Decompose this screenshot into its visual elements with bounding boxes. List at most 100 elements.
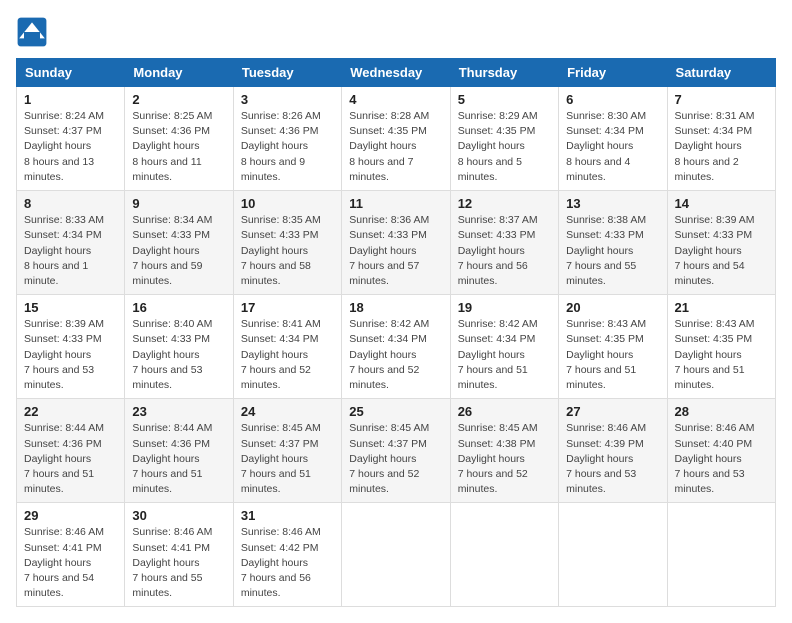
day-detail: Sunrise: 8:35 AM Sunset: 4:33 PM Dayligh… (241, 213, 334, 289)
day-number: 10 (241, 196, 334, 211)
day-detail: Sunrise: 8:39 AM Sunset: 4:33 PM Dayligh… (675, 213, 768, 289)
day-number: 15 (24, 300, 117, 315)
day-number: 19 (458, 300, 551, 315)
day-cell: 26 Sunrise: 8:45 AM Sunset: 4:38 PM Dayl… (450, 399, 558, 503)
day-cell: 17 Sunrise: 8:41 AM Sunset: 4:34 PM Dayl… (233, 295, 341, 399)
day-number: 26 (458, 404, 551, 419)
day-detail: Sunrise: 8:29 AM Sunset: 4:35 PM Dayligh… (458, 109, 551, 185)
day-cell: 18 Sunrise: 8:42 AM Sunset: 4:34 PM Dayl… (342, 295, 450, 399)
day-cell: 7 Sunrise: 8:31 AM Sunset: 4:34 PM Dayli… (667, 87, 775, 191)
day-detail: Sunrise: 8:46 AM Sunset: 4:40 PM Dayligh… (675, 421, 768, 497)
day-number: 13 (566, 196, 659, 211)
day-cell: 29 Sunrise: 8:46 AM Sunset: 4:41 PM Dayl… (17, 503, 125, 607)
day-cell: 1 Sunrise: 8:24 AM Sunset: 4:37 PM Dayli… (17, 87, 125, 191)
day-cell (667, 503, 775, 607)
day-number: 8 (24, 196, 117, 211)
day-cell: 2 Sunrise: 8:25 AM Sunset: 4:36 PM Dayli… (125, 87, 233, 191)
day-number: 27 (566, 404, 659, 419)
day-cell: 3 Sunrise: 8:26 AM Sunset: 4:36 PM Dayli… (233, 87, 341, 191)
day-detail: Sunrise: 8:30 AM Sunset: 4:34 PM Dayligh… (566, 109, 659, 185)
day-cell: 6 Sunrise: 8:30 AM Sunset: 4:34 PM Dayli… (559, 87, 667, 191)
day-cell (450, 503, 558, 607)
day-detail: Sunrise: 8:37 AM Sunset: 4:33 PM Dayligh… (458, 213, 551, 289)
day-number: 20 (566, 300, 659, 315)
day-detail: Sunrise: 8:31 AM Sunset: 4:34 PM Dayligh… (675, 109, 768, 185)
day-detail: Sunrise: 8:44 AM Sunset: 4:36 PM Dayligh… (24, 421, 117, 497)
day-detail: Sunrise: 8:44 AM Sunset: 4:36 PM Dayligh… (132, 421, 225, 497)
day-number: 30 (132, 508, 225, 523)
day-detail: Sunrise: 8:28 AM Sunset: 4:35 PM Dayligh… (349, 109, 442, 185)
day-cell: 20 Sunrise: 8:43 AM Sunset: 4:35 PM Dayl… (559, 295, 667, 399)
day-number: 23 (132, 404, 225, 419)
day-cell (559, 503, 667, 607)
week-row-2: 8 Sunrise: 8:33 AM Sunset: 4:34 PM Dayli… (17, 191, 776, 295)
day-cell: 28 Sunrise: 8:46 AM Sunset: 4:40 PM Dayl… (667, 399, 775, 503)
day-number: 3 (241, 92, 334, 107)
day-detail: Sunrise: 8:41 AM Sunset: 4:34 PM Dayligh… (241, 317, 334, 393)
logo (16, 16, 52, 48)
day-number: 4 (349, 92, 442, 107)
day-number: 17 (241, 300, 334, 315)
day-cell: 5 Sunrise: 8:29 AM Sunset: 4:35 PM Dayli… (450, 87, 558, 191)
day-detail: Sunrise: 8:34 AM Sunset: 4:33 PM Dayligh… (132, 213, 225, 289)
day-number: 2 (132, 92, 225, 107)
day-detail: Sunrise: 8:33 AM Sunset: 4:34 PM Dayligh… (24, 213, 117, 289)
day-detail: Sunrise: 8:45 AM Sunset: 4:38 PM Dayligh… (458, 421, 551, 497)
day-number: 29 (24, 508, 117, 523)
day-cell: 14 Sunrise: 8:39 AM Sunset: 4:33 PM Dayl… (667, 191, 775, 295)
column-header-saturday: Saturday (667, 59, 775, 87)
day-cell: 27 Sunrise: 8:46 AM Sunset: 4:39 PM Dayl… (559, 399, 667, 503)
day-cell: 10 Sunrise: 8:35 AM Sunset: 4:33 PM Dayl… (233, 191, 341, 295)
column-header-monday: Monday (125, 59, 233, 87)
day-cell: 30 Sunrise: 8:46 AM Sunset: 4:41 PM Dayl… (125, 503, 233, 607)
day-cell: 21 Sunrise: 8:43 AM Sunset: 4:35 PM Dayl… (667, 295, 775, 399)
day-detail: Sunrise: 8:24 AM Sunset: 4:37 PM Dayligh… (24, 109, 117, 185)
day-cell: 24 Sunrise: 8:45 AM Sunset: 4:37 PM Dayl… (233, 399, 341, 503)
day-number: 25 (349, 404, 442, 419)
day-number: 7 (675, 92, 768, 107)
day-cell: 22 Sunrise: 8:44 AM Sunset: 4:36 PM Dayl… (17, 399, 125, 503)
day-cell: 15 Sunrise: 8:39 AM Sunset: 4:33 PM Dayl… (17, 295, 125, 399)
day-detail: Sunrise: 8:25 AM Sunset: 4:36 PM Dayligh… (132, 109, 225, 185)
day-cell: 19 Sunrise: 8:42 AM Sunset: 4:34 PM Dayl… (450, 295, 558, 399)
day-cell: 11 Sunrise: 8:36 AM Sunset: 4:33 PM Dayl… (342, 191, 450, 295)
day-detail: Sunrise: 8:39 AM Sunset: 4:33 PM Dayligh… (24, 317, 117, 393)
day-number: 24 (241, 404, 334, 419)
page-header (16, 16, 776, 48)
day-number: 21 (675, 300, 768, 315)
column-header-sunday: Sunday (17, 59, 125, 87)
day-number: 18 (349, 300, 442, 315)
day-detail: Sunrise: 8:38 AM Sunset: 4:33 PM Dayligh… (566, 213, 659, 289)
day-detail: Sunrise: 8:46 AM Sunset: 4:41 PM Dayligh… (132, 525, 225, 601)
day-detail: Sunrise: 8:42 AM Sunset: 4:34 PM Dayligh… (349, 317, 442, 393)
day-detail: Sunrise: 8:26 AM Sunset: 4:36 PM Dayligh… (241, 109, 334, 185)
day-detail: Sunrise: 8:36 AM Sunset: 4:33 PM Dayligh… (349, 213, 442, 289)
day-number: 16 (132, 300, 225, 315)
day-cell (342, 503, 450, 607)
day-cell: 23 Sunrise: 8:44 AM Sunset: 4:36 PM Dayl… (125, 399, 233, 503)
day-number: 14 (675, 196, 768, 211)
day-cell: 25 Sunrise: 8:45 AM Sunset: 4:37 PM Dayl… (342, 399, 450, 503)
day-detail: Sunrise: 8:46 AM Sunset: 4:41 PM Dayligh… (24, 525, 117, 601)
column-header-thursday: Thursday (450, 59, 558, 87)
day-detail: Sunrise: 8:46 AM Sunset: 4:42 PM Dayligh… (241, 525, 334, 601)
day-detail: Sunrise: 8:42 AM Sunset: 4:34 PM Dayligh… (458, 317, 551, 393)
day-number: 11 (349, 196, 442, 211)
day-number: 22 (24, 404, 117, 419)
day-detail: Sunrise: 8:43 AM Sunset: 4:35 PM Dayligh… (566, 317, 659, 393)
day-cell: 4 Sunrise: 8:28 AM Sunset: 4:35 PM Dayli… (342, 87, 450, 191)
day-number: 1 (24, 92, 117, 107)
day-cell: 31 Sunrise: 8:46 AM Sunset: 4:42 PM Dayl… (233, 503, 341, 607)
day-cell: 8 Sunrise: 8:33 AM Sunset: 4:34 PM Dayli… (17, 191, 125, 295)
day-number: 6 (566, 92, 659, 107)
day-detail: Sunrise: 8:45 AM Sunset: 4:37 PM Dayligh… (241, 421, 334, 497)
day-number: 9 (132, 196, 225, 211)
day-detail: Sunrise: 8:43 AM Sunset: 4:35 PM Dayligh… (675, 317, 768, 393)
day-detail: Sunrise: 8:40 AM Sunset: 4:33 PM Dayligh… (132, 317, 225, 393)
day-cell: 9 Sunrise: 8:34 AM Sunset: 4:33 PM Dayli… (125, 191, 233, 295)
day-number: 31 (241, 508, 334, 523)
day-number: 28 (675, 404, 768, 419)
column-header-wednesday: Wednesday (342, 59, 450, 87)
day-detail: Sunrise: 8:45 AM Sunset: 4:37 PM Dayligh… (349, 421, 442, 497)
day-cell: 12 Sunrise: 8:37 AM Sunset: 4:33 PM Dayl… (450, 191, 558, 295)
